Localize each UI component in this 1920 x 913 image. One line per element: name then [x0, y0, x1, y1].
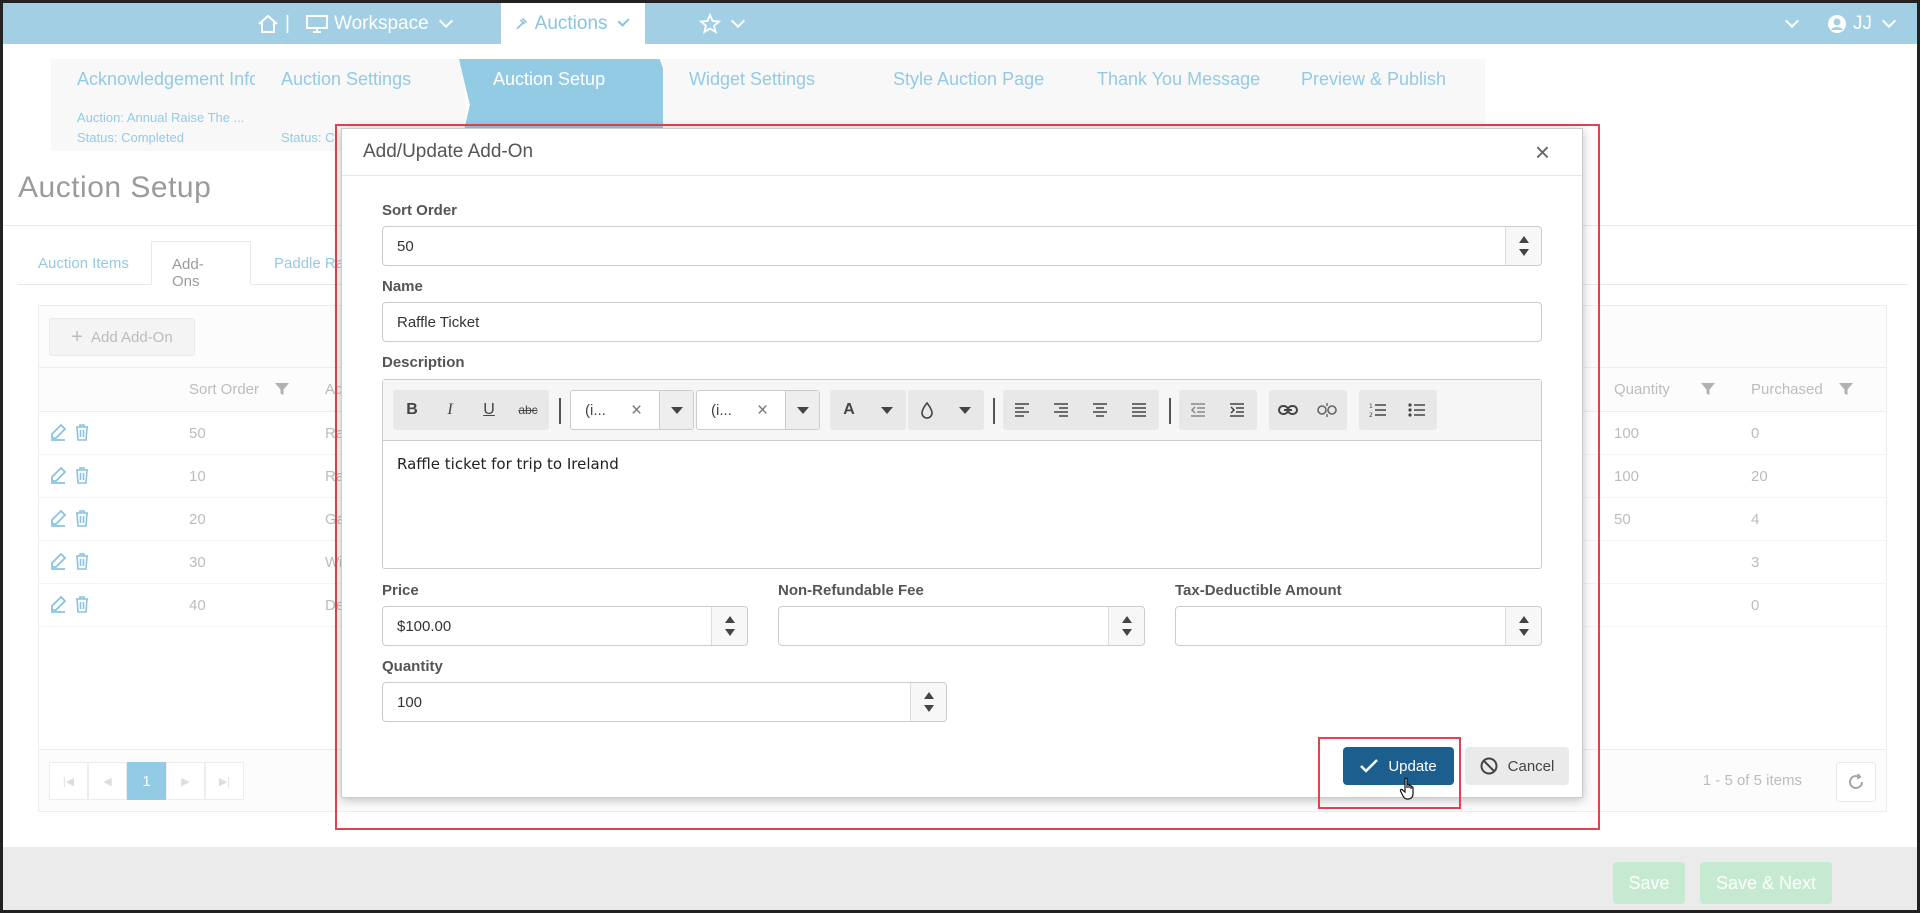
dropdown-arrow-icon[interactable]	[946, 390, 984, 430]
font-size-select[interactable]: (i... ×	[696, 390, 820, 430]
stepper-down-icon[interactable]	[1122, 629, 1132, 636]
editor-toolbar: B I U abc (i... × (i... × A 1 2	[383, 380, 1541, 441]
strikethrough-icon[interactable]: abc	[509, 390, 547, 430]
tax-deductible-field[interactable]	[1175, 606, 1542, 646]
toolbar-separator	[993, 398, 995, 424]
tax-stepper[interactable]	[1505, 607, 1541, 645]
clear-icon[interactable]: ×	[757, 400, 768, 422]
bold-icon[interactable]: B	[393, 390, 431, 430]
font-family-value: (i...	[585, 402, 606, 419]
indent-icon[interactable]	[1218, 390, 1256, 430]
highlight-box	[1318, 737, 1461, 809]
name-value: Raffle Ticket	[397, 314, 480, 331]
non-refundable-fee-field[interactable]	[778, 606, 1145, 646]
fee-stepper[interactable]	[1108, 607, 1144, 645]
svg-text:2: 2	[1369, 412, 1373, 418]
unlink-icon[interactable]	[1308, 390, 1346, 430]
name-label: Name	[382, 278, 423, 295]
tax-deductible-label: Tax-Deductible Amount	[1175, 582, 1342, 599]
non-refundable-fee-label: Non-Refundable Fee	[778, 582, 924, 599]
background-color-picker[interactable]	[908, 390, 984, 430]
price-field[interactable]: $100.00	[382, 606, 748, 646]
font-color-picker[interactable]: A	[830, 390, 906, 430]
quantity-stepper[interactable]	[910, 683, 946, 721]
align-left-icon[interactable]	[1003, 390, 1041, 430]
droplet-icon[interactable]	[908, 390, 946, 430]
price-label: Price	[382, 582, 419, 599]
bullet-list-icon[interactable]	[1398, 390, 1436, 430]
toolbar-separator	[559, 398, 561, 424]
name-field[interactable]: Raffle Ticket	[382, 302, 1542, 342]
link-icon[interactable]	[1269, 390, 1307, 430]
stepper-down-icon[interactable]	[1519, 249, 1529, 256]
align-right-icon[interactable]	[1042, 390, 1080, 430]
format-group: B I U abc	[393, 390, 549, 430]
alignment-group	[1003, 390, 1159, 430]
description-editor: B I U abc (i... × (i... × A 1 2 Raffle t…	[382, 379, 1542, 569]
sort-order-value: 50	[397, 238, 414, 255]
quantity-field[interactable]: 100	[382, 682, 947, 722]
indent-group	[1179, 390, 1257, 430]
stepper-down-icon[interactable]	[725, 629, 735, 636]
cancel-label: Cancel	[1507, 757, 1555, 775]
outdent-icon[interactable]	[1179, 390, 1217, 430]
stepper-down-icon[interactable]	[1519, 629, 1529, 636]
app-window: | Workspace Auctions JJ Acknowledgement …	[0, 0, 1920, 913]
underline-icon[interactable]: U	[470, 390, 508, 430]
description-label: Description	[382, 354, 465, 371]
align-center-icon[interactable]	[1081, 390, 1119, 430]
stepper-down-icon[interactable]	[924, 705, 934, 712]
ban-icon	[1480, 757, 1498, 775]
font-size-value: (i...	[711, 402, 732, 419]
dropdown-arrow-icon[interactable]	[659, 391, 693, 429]
link-group	[1269, 390, 1347, 430]
description-content[interactable]: Raffle ticket for trip to Ireland	[397, 455, 619, 473]
stepper-up-icon[interactable]	[725, 616, 735, 623]
font-family-select[interactable]: (i... ×	[570, 390, 694, 430]
font-color-icon[interactable]: A	[830, 390, 868, 430]
stepper-up-icon[interactable]	[1519, 616, 1529, 623]
quantity-label: Quantity	[382, 658, 443, 675]
dialog-title: Add/Update Add-On	[363, 141, 534, 162]
dropdown-arrow-icon[interactable]	[785, 391, 819, 429]
dialog-header: Add/Update Add-On ×	[342, 129, 1582, 176]
svg-text:1: 1	[1369, 403, 1373, 410]
dropdown-arrow-icon[interactable]	[868, 390, 906, 430]
sort-order-field[interactable]: 50	[382, 226, 1542, 266]
add-update-add-on-dialog: Add/Update Add-On × Sort Order 50 Name R…	[341, 128, 1583, 800]
toolbar-separator	[1169, 398, 1171, 424]
italic-icon[interactable]: I	[431, 390, 469, 430]
clear-icon[interactable]: ×	[631, 400, 642, 422]
sort-order-stepper[interactable]	[1505, 227, 1541, 265]
price-stepper[interactable]	[711, 607, 747, 645]
cancel-button[interactable]: Cancel	[1465, 747, 1569, 785]
align-justify-icon[interactable]	[1120, 390, 1158, 430]
stepper-up-icon[interactable]	[924, 692, 934, 699]
stepper-up-icon[interactable]	[1122, 616, 1132, 623]
quantity-value: 100	[397, 694, 423, 711]
price-value: $100.00	[397, 618, 452, 635]
ordered-list-icon[interactable]: 12	[1359, 390, 1397, 430]
close-icon[interactable]: ×	[1535, 137, 1550, 168]
list-group: 12	[1359, 390, 1437, 430]
sort-order-label: Sort Order	[382, 202, 458, 219]
stepper-up-icon[interactable]	[1519, 236, 1529, 243]
